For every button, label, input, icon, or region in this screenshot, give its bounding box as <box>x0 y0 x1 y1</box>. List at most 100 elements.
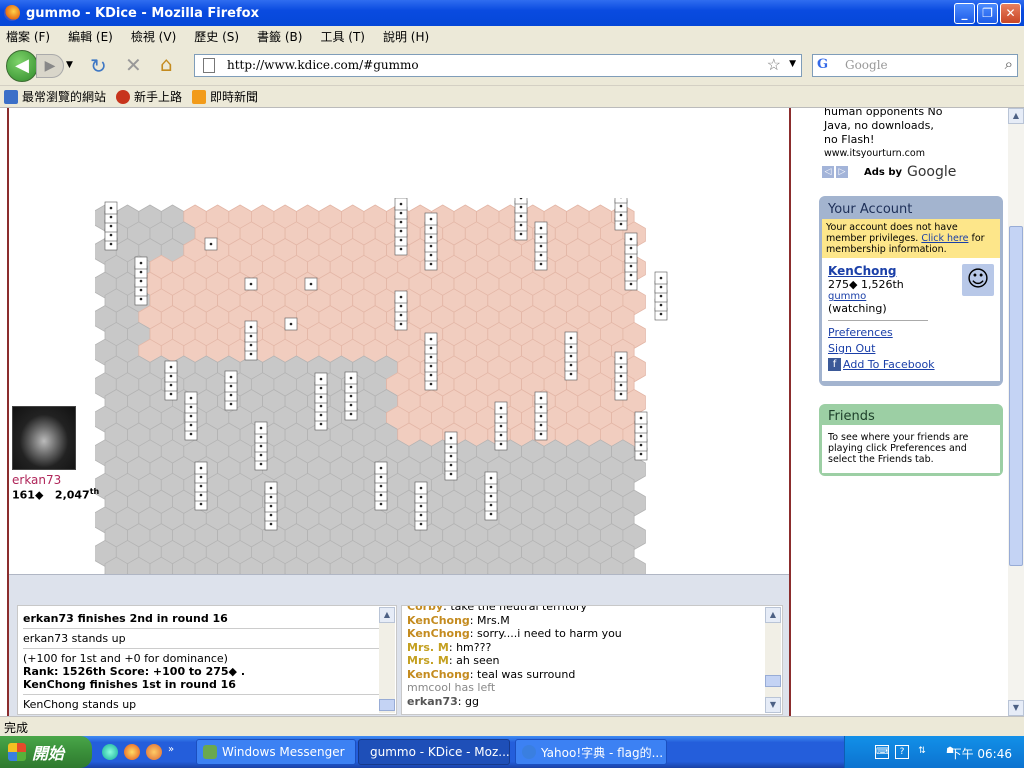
add-to-facebook-link[interactable]: f Add To Facebook <box>828 358 994 371</box>
die-pip <box>109 206 113 210</box>
chat-system-message: mmcool has left <box>407 681 496 694</box>
bookmark-latest-news[interactable]: 即時新聞 <box>192 88 258 105</box>
taskbar-firefox[interactable]: gummo - KDice - Moz... <box>358 739 510 765</box>
player-name[interactable]: erkan73 <box>12 473 92 487</box>
log-line: erkan73 finishes 2nd in round 16 <box>23 612 228 625</box>
die-pip <box>419 486 423 490</box>
account-box: Your Account Your account does not have … <box>819 196 1003 386</box>
die-pip <box>319 377 323 381</box>
signout-link[interactable]: Sign Out <box>828 342 994 355</box>
game-board[interactable] <box>95 198 695 578</box>
close-button[interactable]: ✕ <box>1000 3 1021 24</box>
die-pip <box>229 384 233 388</box>
die-pip <box>429 244 433 248</box>
scroll-down-icon[interactable]: ▼ <box>765 697 781 713</box>
help-icon[interactable]: ? <box>895 745 909 759</box>
forward-button[interactable]: ▶ <box>36 54 64 78</box>
scroll-thumb[interactable] <box>379 699 395 711</box>
menu-bookmarks[interactable]: 書籤 (B) <box>257 28 302 45</box>
die-pip <box>629 237 633 241</box>
firefox-quicklaunch-icon[interactable] <box>124 744 140 760</box>
sidebar: human opponents No Java, no downloads, n… <box>800 108 1008 716</box>
die-pip <box>399 220 403 224</box>
ad-next-icon[interactable]: ▷ <box>836 166 848 178</box>
search-input[interactable]: G Google ⌕ <box>812 54 1018 77</box>
scroll-up-icon[interactable]: ▲ <box>1008 108 1024 124</box>
die-pip <box>249 282 253 286</box>
membership-link[interactable]: Click here <box>921 233 968 244</box>
die-pip <box>449 445 453 449</box>
reload-icon[interactable]: ↻ <box>90 56 107 76</box>
search-icon[interactable]: ⌕ <box>1005 55 1013 73</box>
google-logo: Google <box>907 164 957 180</box>
bookmark-getting-started[interactable]: 新手上路 <box>116 88 182 105</box>
window-titlebar[interactable]: gummo - KDice - Mozilla Firefox _ ❐ ✕ <box>0 0 1024 26</box>
preferences-link[interactable]: Preferences <box>828 326 994 339</box>
die-pip <box>619 365 623 369</box>
account-header: Your Account <box>828 202 913 217</box>
google-engine-icon[interactable]: G <box>817 57 828 72</box>
die-pip <box>399 304 403 308</box>
taskbar-messenger[interactable]: Windows Messenger <box>196 739 356 765</box>
ads-by-google[interactable]: ◁ ▷ Ads by Google <box>822 164 956 180</box>
maximize-button[interactable]: ❐ <box>977 3 998 24</box>
die-pip <box>259 444 263 448</box>
system-tray: ⌨ ? ⇅ ☗ 下午 06:46 <box>844 736 1024 768</box>
die-pip <box>309 282 313 286</box>
ie-icon[interactable] <box>102 744 118 760</box>
menu-tools[interactable]: 工具 (T) <box>320 28 365 45</box>
chat-scrollbar[interactable]: ▲ ▼ <box>765 607 781 713</box>
ad-text[interactable]: human opponents No Java, no downloads, n… <box>824 108 943 161</box>
die-pip <box>319 404 323 408</box>
firefox-alt-icon[interactable] <box>146 744 162 760</box>
die-pip <box>259 426 263 430</box>
history-dropdown-icon[interactable]: ▼ <box>66 60 73 70</box>
menu-view[interactable]: 檢視 (V) <box>131 28 176 45</box>
keyboard-icon[interactable]: ⌨ <box>875 745 889 759</box>
chat-message: erkan73: gg <box>407 694 479 708</box>
stop-icon[interactable]: ✕ <box>125 55 142 75</box>
die-pip <box>259 435 263 439</box>
log-line: (+100 for 1st and +0 for dominance) <box>23 652 228 665</box>
start-button[interactable]: 開始 <box>0 736 92 768</box>
page-scrollbar[interactable]: ▲ ▼ <box>1008 108 1024 716</box>
menu-edit[interactable]: 編輯 (E) <box>68 28 113 45</box>
chat-message: Mrs. M: hm??? <box>407 640 492 654</box>
die-pip <box>619 213 623 217</box>
url-bar[interactable]: http://www.kdice.com/#gummo ☆ ▼ <box>194 54 802 77</box>
die-pip <box>139 261 143 265</box>
die-pip <box>319 395 323 399</box>
url-dropdown-icon[interactable]: ▼ <box>789 59 796 69</box>
bookmark-most-visited[interactable]: 最常瀏覽的網站 <box>4 88 106 105</box>
die-pip <box>519 223 523 227</box>
taskbar-yahoo[interactable]: Yahoo!字典 - flag的... <box>515 739 667 765</box>
chat-panel: Corby: take the neutral territory KenCho… <box>401 605 783 715</box>
scroll-up-icon[interactable]: ▲ <box>379 607 395 623</box>
die-pip <box>349 394 353 398</box>
menu-help[interactable]: 說明 (H) <box>383 28 429 45</box>
minimize-button[interactable]: _ <box>954 3 975 24</box>
die-pip <box>499 442 503 446</box>
die-pip <box>659 294 663 298</box>
log-scrollbar[interactable]: ▲ <box>379 607 395 713</box>
home-icon[interactable]: ⌂ <box>160 54 173 74</box>
menu-history[interactable]: 歷史 (S) <box>194 28 239 45</box>
scroll-thumb[interactable] <box>1009 226 1023 566</box>
die-pip <box>249 325 253 329</box>
ad-prev-icon[interactable]: ◁ <box>822 166 834 178</box>
die-pip <box>639 425 643 429</box>
scroll-up-icon[interactable]: ▲ <box>765 607 781 623</box>
scroll-thumb[interactable] <box>765 675 781 687</box>
quicklaunch-more-icon[interactable]: » <box>168 744 176 760</box>
die-pip <box>429 337 433 341</box>
scroll-down-icon[interactable]: ▼ <box>1008 700 1024 716</box>
die-pip <box>109 233 113 237</box>
die-pip <box>659 276 663 280</box>
die-pip <box>539 235 543 239</box>
chat-message: KenChong: sorry....i need to harm you <box>407 627 622 640</box>
bookmark-star-icon[interactable]: ☆ <box>767 55 781 74</box>
menu-file[interactable]: 檔案 (F) <box>6 28 50 45</box>
back-button[interactable]: ◀ <box>6 50 38 82</box>
network-icon[interactable]: ⇅ <box>915 745 929 759</box>
die-pip <box>499 406 503 410</box>
